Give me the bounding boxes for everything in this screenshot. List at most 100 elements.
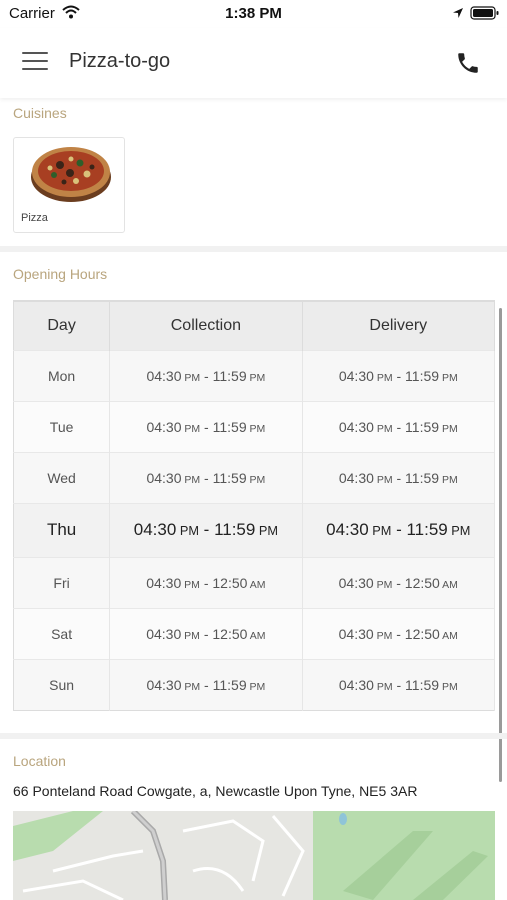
separator: -	[392, 676, 406, 693]
open-period: PM	[373, 680, 393, 693]
day-cell: Sun	[13, 658, 111, 710]
open-period: PM	[181, 680, 201, 693]
close-time: 12:50	[212, 625, 248, 642]
close-period: AM	[247, 629, 266, 642]
phone-icon[interactable]	[455, 50, 481, 76]
close-time: 11:59	[212, 367, 247, 384]
open-time: 04:30	[146, 367, 182, 384]
open-time: 04:30	[338, 367, 374, 384]
separator: -	[200, 418, 213, 435]
close-period: PM	[447, 523, 471, 538]
close-time: 12:50	[212, 574, 248, 591]
scroll-indicator[interactable]	[499, 308, 502, 782]
collection-hours: 04:30 PM - 11:59 PM	[109, 502, 303, 557]
close-time: 11:59	[405, 469, 440, 486]
separator: -	[392, 367, 406, 384]
close-period: PM	[439, 473, 458, 486]
separator: -	[392, 625, 405, 642]
close-period: PM	[439, 422, 458, 435]
close-time: 12:50	[404, 574, 440, 591]
close-period: PM	[246, 473, 266, 486]
separator: -	[200, 676, 213, 693]
section-divider	[0, 733, 507, 739]
day-cell: Sat	[13, 607, 111, 659]
menu-icon[interactable]	[22, 52, 48, 74]
opening-hours-label: Opening Hours	[13, 266, 108, 282]
delivery-hours: 04:30 PM - 11:59 PM	[302, 502, 496, 557]
collection-hours: 04:30 PM - 11:59 PM	[109, 658, 303, 710]
close-period: AM	[439, 629, 458, 642]
close-time: 11:59	[405, 367, 440, 384]
open-time: 04:30	[146, 418, 182, 435]
day-cell: Thu	[13, 502, 111, 557]
delivery-hours: 04:30 PM - 12:50 AM	[302, 556, 496, 608]
open-time: 04:30	[146, 625, 182, 642]
separator: -	[200, 367, 213, 384]
close-time: 11:59	[406, 520, 448, 539]
close-time: 11:59	[212, 469, 247, 486]
day-cell: Fri	[13, 556, 111, 608]
close-time: 11:59	[212, 676, 247, 693]
cuisines-label: Cuisines	[13, 105, 67, 121]
close-period: AM	[439, 578, 458, 591]
open-time: 04:30	[146, 574, 182, 591]
delivery-hours: 04:30 PM - 11:59 PM	[302, 349, 496, 401]
open-time: 04:30	[338, 625, 374, 642]
table-header-row: Day Collection Delivery	[13, 300, 496, 350]
delivery-hours: 04:30 PM - 11:59 PM	[302, 658, 496, 710]
status-bar: Carrier 1:38 PM	[0, 0, 507, 28]
collection-hours: 04:30 PM - 11:59 PM	[109, 451, 303, 503]
day-cell: Tue	[13, 400, 111, 452]
open-time: 04:30	[146, 469, 182, 486]
close-time: 11:59	[212, 418, 247, 435]
open-time: 04:30	[338, 418, 374, 435]
header-day: Day	[13, 300, 111, 350]
open-period: PM	[181, 578, 200, 591]
collection-hours: 04:30 PM - 11:59 PM	[109, 400, 303, 452]
separator: -	[392, 418, 406, 435]
delivery-hours: 04:30 PM - 12:50 AM	[302, 607, 496, 659]
separator: -	[200, 469, 213, 486]
open-time: 04:30	[338, 574, 374, 591]
open-period: PM	[373, 578, 393, 591]
table-row: Sun 04:30 PM - 11:59 PM 04:30 PM - 11:59 P…	[13, 658, 496, 710]
opening-hours-table: Day Collection Delivery Mon 04:30 PM - 11…	[13, 300, 496, 711]
close-time: 12:50	[404, 625, 440, 642]
separator: -	[198, 520, 215, 539]
battery-icon	[470, 6, 499, 20]
day-cell: Wed	[13, 451, 111, 503]
separator: -	[391, 520, 407, 539]
separator: -	[199, 625, 213, 642]
close-time: 11:59	[405, 418, 440, 435]
page-title: Pizza-to-go	[69, 50, 171, 72]
table-row: Wed 04:30 PM - 11:59 PM 04:30 PM - 11:59 P…	[13, 451, 496, 503]
collection-hours: 04:30 PM - 12:50 AM	[109, 556, 303, 608]
table-row: Sat 04:30 PM - 12:50 AM 04:30 PM - 12:50 A…	[13, 607, 496, 659]
open-time: 04:30	[326, 520, 369, 539]
open-period: PM	[373, 422, 393, 435]
header-collection: Collection	[109, 300, 303, 350]
close-period: PM	[439, 371, 458, 384]
open-period: PM	[181, 629, 200, 642]
open-time: 04:30	[338, 676, 374, 693]
collection-hours: 04:30 PM - 12:50 AM	[109, 607, 303, 659]
close-period: PM	[246, 371, 266, 384]
delivery-hours: 04:30 PM - 11:59 PM	[302, 400, 496, 452]
separator: -	[392, 469, 406, 486]
table-row: Fri 04:30 PM - 12:50 AM 04:30 PM - 12:50 A…	[13, 556, 496, 608]
open-time: 04:30	[146, 676, 182, 693]
close-period: PM	[246, 422, 266, 435]
open-time: 04:30	[338, 469, 374, 486]
close-period: PM	[255, 523, 279, 538]
close-period: PM	[439, 680, 458, 693]
table-row: Thu 04:30 PM - 11:59 PM 04:30 PM - 11:59 P…	[13, 502, 496, 557]
open-period: PM	[373, 473, 393, 486]
status-time: 1:38 PM	[225, 5, 282, 22]
cuisine-card-pizza[interactable]: Pizza	[13, 137, 125, 233]
location-map[interactable]	[13, 811, 495, 900]
location-address: 66 Ponteland Road Cowgate, a, Newcastle …	[13, 783, 418, 799]
open-time: 04:30	[133, 520, 177, 539]
table-row: Tue 04:30 PM - 11:59 PM 04:30 PM - 11:59 P…	[13, 400, 496, 452]
open-period: PM	[181, 422, 201, 435]
separator: -	[392, 574, 405, 591]
